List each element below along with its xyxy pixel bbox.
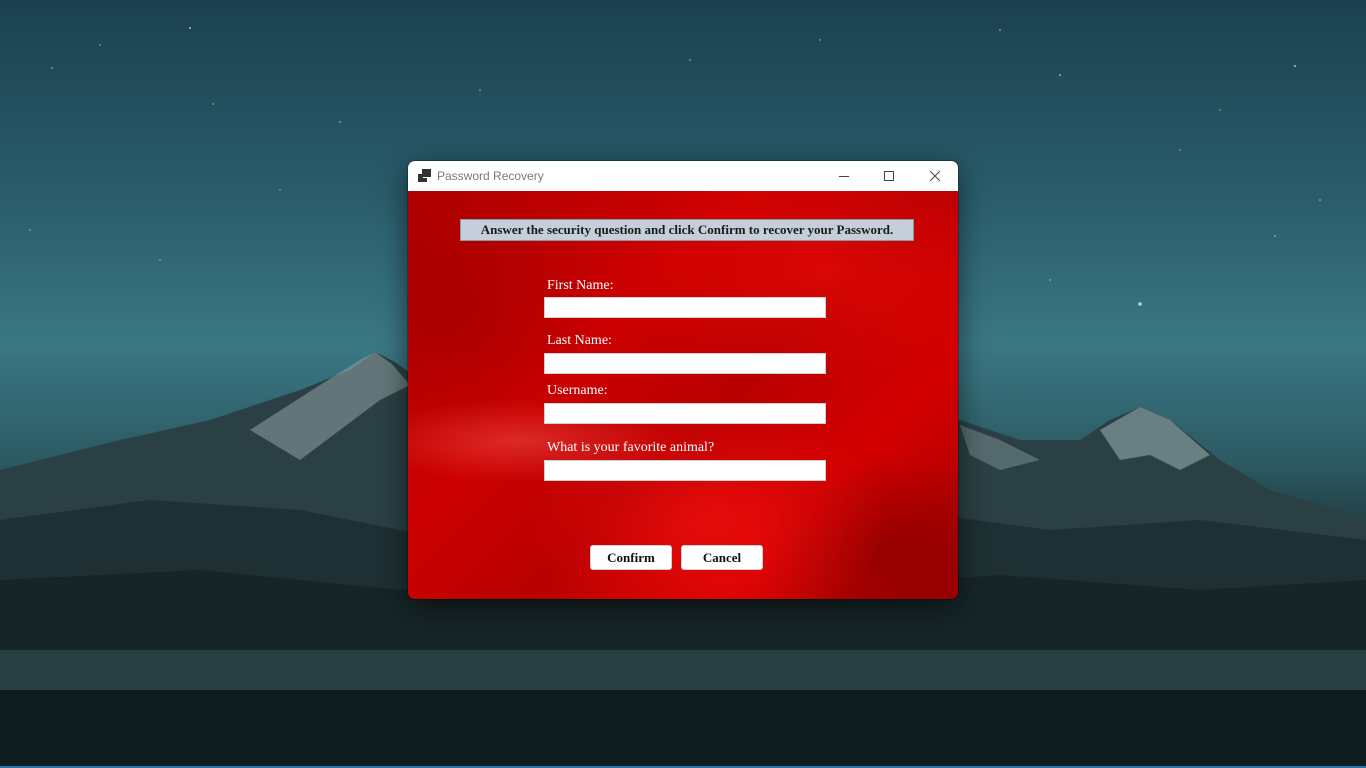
app-window-icon bbox=[418, 169, 431, 182]
cancel-button[interactable]: Cancel bbox=[681, 545, 763, 570]
last-name-label: Last Name: bbox=[547, 333, 612, 348]
minimize-button[interactable] bbox=[821, 161, 867, 191]
form-area: Answer the security question and click C… bbox=[408, 191, 958, 599]
minimize-icon bbox=[839, 176, 849, 177]
password-recovery-window: Password Recovery Answer the security qu… bbox=[408, 161, 958, 599]
last-name-input[interactable] bbox=[544, 353, 826, 374]
username-label: Username: bbox=[547, 383, 608, 398]
close-icon bbox=[929, 170, 941, 182]
first-name-input[interactable] bbox=[544, 297, 826, 318]
first-name-label: First Name: bbox=[547, 278, 614, 293]
close-button[interactable] bbox=[912, 161, 958, 191]
confirm-button[interactable]: Confirm bbox=[590, 545, 672, 570]
instruction-banner: Answer the security question and click C… bbox=[460, 219, 914, 241]
window-title: Password Recovery bbox=[437, 169, 544, 183]
maximize-button[interactable] bbox=[866, 161, 912, 191]
titlebar[interactable]: Password Recovery bbox=[408, 161, 958, 191]
maximize-icon bbox=[884, 171, 894, 181]
username-input[interactable] bbox=[544, 403, 826, 424]
security-answer-input[interactable] bbox=[544, 460, 826, 481]
security-question-label: What is your favorite animal? bbox=[547, 440, 715, 455]
